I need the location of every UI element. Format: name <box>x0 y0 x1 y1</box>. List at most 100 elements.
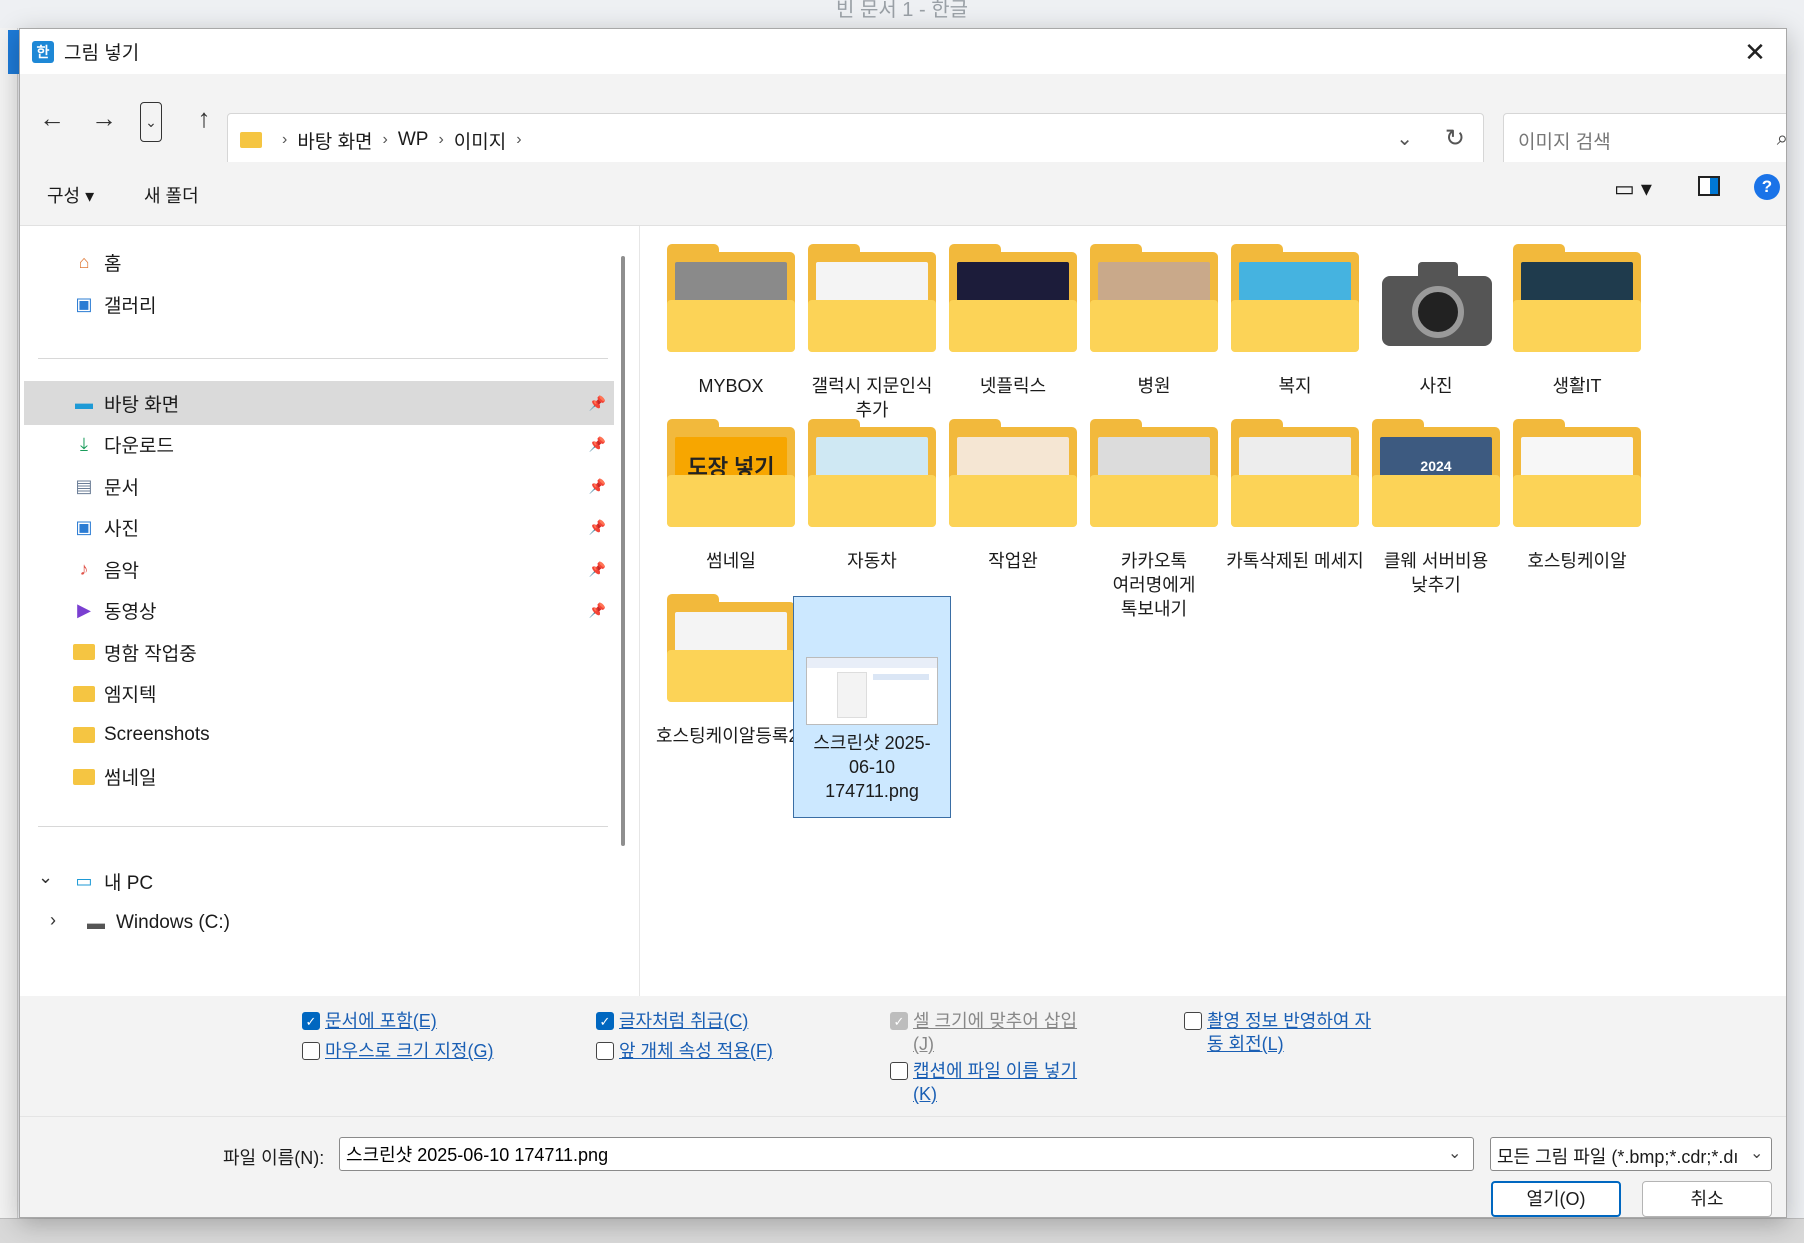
checkbox-checked-icon[interactable]: ✓ <box>596 1012 614 1030</box>
pin-icon[interactable]: 📌 <box>589 602 606 619</box>
item-name: 복지 <box>1278 376 1312 396</box>
item-name: 작업완 <box>988 551 1038 571</box>
folder-icon <box>1513 244 1641 352</box>
recent-locations-chevron-icon[interactable]: ⌄ <box>140 102 162 142</box>
item-name: 카카오톡 여러명에게 톡보내기 <box>1112 551 1196 619</box>
sidebar-item-label: 갤러리 <box>104 295 157 317</box>
checkbox-unchecked-icon[interactable] <box>1184 1012 1202 1030</box>
sidebar-item[interactable]: 엠지텍 <box>24 672 614 716</box>
sidebar-item[interactable]: ▬ 바탕 화면 📌 <box>24 381 614 425</box>
sidebar-item[interactable]: ♪ 음악 📌 <box>24 547 614 591</box>
sidebar-item[interactable]: ⌂ 홈 <box>24 240 614 284</box>
folder-icon: 도장 넣기 <box>667 419 795 527</box>
insert-options: ✓ 문서에 포함(E) 마우스로 크기 지정(G) ✓ 글자처럼 취급(C) 앞 개체 속… <box>20 996 1786 1116</box>
folder-item[interactable]: 카카오톡 여러명에게 톡보내기 <box>1075 419 1233 621</box>
option-checkbox[interactable]: ✓ 글자처럼 취급(C) <box>596 1010 796 1033</box>
sidebar-item[interactable]: 썸네일 <box>24 755 614 799</box>
checkbox-unchecked-icon[interactable] <box>302 1042 320 1060</box>
camera-icon <box>1372 252 1500 352</box>
folder-item[interactable]: MYBOX <box>652 244 810 398</box>
forward-arrow-icon[interactable]: → <box>86 98 122 138</box>
pin-icon[interactable]: 📌 <box>589 519 606 536</box>
music-icon: ♪ <box>79 558 89 579</box>
option-checkbox[interactable]: 마우스로 크기 지정(G) <box>302 1040 502 1063</box>
checkbox-unchecked-icon[interactable] <box>890 1062 908 1080</box>
sidebar-item[interactable]: Screenshots <box>24 713 614 757</box>
pin-icon[interactable]: 📌 <box>589 478 606 495</box>
sidebar-item[interactable]: ▣ 갤러리 <box>24 282 614 326</box>
change-view-icon[interactable]: ▭ ▾ <box>1614 176 1652 202</box>
checkbox-checked-icon[interactable]: ✓ <box>302 1012 320 1030</box>
checkbox-unchecked-icon[interactable] <box>596 1042 614 1060</box>
folder-item[interactable]: 사진 <box>1357 246 1515 398</box>
sidebar-item-label: 명함 작업중 <box>104 643 197 665</box>
background-statusbar <box>0 1218 1804 1243</box>
sidebar-item[interactable]: ▣ 사진 📌 <box>24 506 614 550</box>
folder-item[interactable]: 2024 클웨 서버비용 낮추기 <box>1357 419 1515 597</box>
option-checkbox[interactable]: ✓ 문서에 포함(E) <box>302 1010 502 1033</box>
sidebar-item[interactable]: ▭ 내 PC ⌄ <box>24 859 614 903</box>
folder-item[interactable]: 병원 <box>1075 244 1233 398</box>
search-input[interactable]: 이미지 검색 ⌕ <box>1503 113 1786 167</box>
breadcrumb-desktop[interactable]: 바탕 화면 <box>297 127 372 154</box>
video-icon: ▶ <box>77 600 91 620</box>
folder-item[interactable]: 복지 <box>1216 244 1374 398</box>
checkbox-checked-icon: ✓ <box>890 1012 908 1030</box>
dialog-titlebar[interactable]: 한 그림 넣기 ✕ <box>20 29 1786 74</box>
item-name: 병원 <box>1137 376 1171 396</box>
breadcrumb-images[interactable]: 이미지 <box>454 127 506 154</box>
pin-icon[interactable]: 📌 <box>589 395 606 412</box>
chevron-right-icon[interactable]: › <box>383 131 388 149</box>
folder-icon <box>1231 419 1359 527</box>
item-name: 넷플릭스 <box>979 376 1047 396</box>
filename-input[interactable] <box>339 1137 1474 1171</box>
breadcrumb-wp[interactable]: WP <box>398 129 429 151</box>
folder-item[interactable]: 작업완 <box>934 419 1092 573</box>
open-button[interactable]: 열기(O) <box>1491 1181 1621 1217</box>
address-bar[interactable]: › 바탕 화면 › WP › 이미지 › ⌄ ↻ <box>227 113 1484 167</box>
folder-item[interactable]: 카톡삭제된 메세지 <box>1216 419 1374 573</box>
folder-item[interactable]: 생활IT <box>1498 244 1656 398</box>
folder-icon <box>667 594 795 702</box>
item-name: MYBOX <box>698 376 764 396</box>
address-history-dropdown-icon[interactable]: ⌄ <box>1396 126 1413 151</box>
file-item[interactable]: 스크린샷 2025-06-10 174711.png <box>793 596 951 818</box>
expand-chevron-icon[interactable]: ⌄ <box>38 867 53 888</box>
search-icon[interactable]: ⌕ <box>1777 128 1786 151</box>
cancel-button[interactable]: 취소 <box>1642 1181 1772 1217</box>
filename-dropdown-icon[interactable]: ⌄ <box>1448 1143 1461 1163</box>
sidebar-item[interactable]: ▶ 동영상 📌 <box>24 589 614 633</box>
close-icon[interactable]: ✕ <box>1742 39 1768 65</box>
folder-item[interactable]: 자동차 <box>793 419 951 573</box>
help-icon[interactable]: ? <box>1754 174 1780 200</box>
folder-item[interactable]: 갤럭시 지문인식 추가 <box>793 244 951 422</box>
organize-menu-button[interactable]: 구성 ▾ <box>47 182 94 208</box>
back-arrow-icon[interactable]: ← <box>34 98 70 138</box>
new-folder-button[interactable]: 새 폴더 <box>144 182 199 208</box>
sidebar-scrollbar[interactable] <box>621 256 625 846</box>
folder-item[interactable]: 호스팅케이알등록2025 <box>652 594 829 748</box>
folder-icon <box>949 419 1077 527</box>
chevron-right-icon[interactable]: › <box>438 131 443 149</box>
option-checkbox[interactable]: 촬영 정보 반영하여 자동 회전(L) <box>1184 1010 1384 1056</box>
sidebar-item[interactable]: 명함 작업중 <box>24 630 614 674</box>
folder-item[interactable]: 호스팅케이알 <box>1498 419 1656 573</box>
item-name: 클웨 서버비용 낮추기 <box>1383 551 1489 595</box>
option-checkbox[interactable]: 캡션에 파일 이름 넣기(K) <box>890 1060 1090 1106</box>
chevron-right-icon[interactable]: › <box>516 131 521 149</box>
pin-icon[interactable]: 📌 <box>589 561 606 578</box>
file-type-filter-select[interactable]: 모든 그림 파일 (*.bmp;*.cdr;*.dı <box>1490 1137 1772 1171</box>
expand-chevron-icon[interactable]: › <box>50 910 56 931</box>
option-checkbox[interactable]: 앞 개체 속성 적용(F) <box>596 1040 826 1063</box>
refresh-icon[interactable]: ↻ <box>1445 124 1465 153</box>
up-arrow-icon[interactable]: ↑ <box>186 98 222 138</box>
folder-item[interactable]: 넷플릭스 <box>934 244 1092 398</box>
sidebar-item[interactable]: ▤ 문서 📌 <box>24 464 614 508</box>
insert-picture-dialog: 한 그림 넣기 ✕ ← → ⌄ ↑ › 바탕 화면 › WP › 이미지 › ⌄… <box>19 28 1787 1218</box>
sidebar-item[interactable]: ▬ Windows (C:) › <box>24 901 614 945</box>
folder-item[interactable]: 도장 넣기 썸네일 <box>652 419 810 573</box>
pin-icon[interactable]: 📌 <box>589 436 606 453</box>
sidebar-item[interactable]: ⤓ 다운로드 📌 <box>24 423 614 467</box>
filter-dropdown-icon[interactable]: ⌄ <box>1750 1143 1763 1163</box>
preview-pane-icon[interactable] <box>1698 176 1720 196</box>
